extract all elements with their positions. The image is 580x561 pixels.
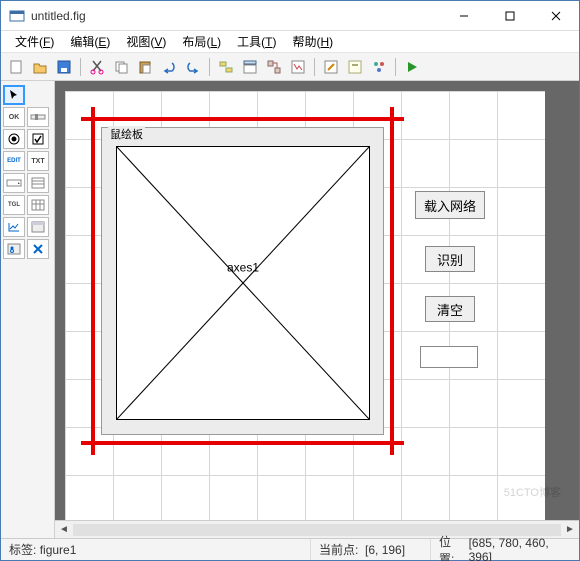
palette-listbox[interactable] (27, 173, 49, 193)
menu-help[interactable]: 帮助(H) (284, 33, 341, 50)
palette-activex[interactable] (27, 239, 49, 259)
tb-align-icon[interactable] (215, 56, 237, 78)
tb-cut-icon[interactable] (86, 56, 108, 78)
tb-editor-icon[interactable] (320, 56, 342, 78)
tb-sep (314, 58, 315, 76)
button-load-network[interactable]: 载入网络 (415, 191, 485, 219)
palette-table[interactable] (27, 195, 49, 215)
palette-radio[interactable] (3, 129, 25, 149)
tb-open-icon[interactable] (29, 56, 51, 78)
status-tag: 标签: figure1 (1, 539, 311, 560)
axes-label: axes1 (227, 261, 259, 275)
menu-tools[interactable]: 工具(T) (229, 33, 284, 50)
scroll-track[interactable] (73, 524, 561, 536)
palette-checkbox[interactable] (27, 129, 49, 149)
tb-paste-icon[interactable] (134, 56, 156, 78)
statusbar: 标签: figure1 当前点: [6, 196] 位置: [685, 780,… (1, 538, 579, 560)
palette-slider[interactable] (27, 107, 49, 127)
palette-text[interactable]: TXT (27, 151, 49, 171)
status-position: 位置: [685, 780, 460, 396] (431, 539, 579, 560)
edit-result[interactable] (420, 346, 478, 368)
tb-sep (80, 58, 81, 76)
component-palette: OK EDIT TXT TGL (1, 81, 55, 538)
menu-layout[interactable]: 布局(L) (174, 33, 229, 50)
button-clear[interactable]: 清空 (425, 296, 475, 322)
menu-file[interactable]: 文件(F) (7, 33, 62, 50)
palette-panel[interactable] (27, 217, 49, 237)
tb-new-icon[interactable] (5, 56, 27, 78)
tb-sep (395, 58, 396, 76)
menu-edit[interactable]: 编辑(E) (62, 33, 118, 50)
tb-browser-icon[interactable] (368, 56, 390, 78)
tb-inspector-icon[interactable] (344, 56, 366, 78)
tb-toolbar-editor-icon[interactable] (287, 56, 309, 78)
palette-axes[interactable] (3, 217, 25, 237)
app-window: untitled.fig 文件(F) 编辑(E) 视图(V) 布局(L) 工具(… (0, 0, 580, 561)
window-title: untitled.fig (31, 9, 441, 23)
tb-copy-icon[interactable] (110, 56, 132, 78)
tb-tab-order-icon[interactable] (263, 56, 285, 78)
tb-undo-icon[interactable] (158, 56, 180, 78)
menubar: 文件(F) 编辑(E) 视图(V) 布局(L) 工具(T) 帮助(H) (1, 31, 579, 53)
panel-title: 鼠绘板 (108, 126, 145, 142)
tb-run-icon[interactable] (401, 56, 423, 78)
status-current-point: 当前点: [6, 196] (311, 539, 431, 560)
palette-buttongroup[interactable] (3, 239, 25, 259)
menu-view[interactable]: 视图(V) (118, 33, 174, 50)
tb-menu-editor-icon[interactable] (239, 56, 261, 78)
palette-edit[interactable]: EDIT (3, 151, 25, 171)
canvas-region[interactable]: 鼠绘板 axes1 载入网络 识别 清空 (55, 81, 579, 520)
figure-grid[interactable]: 鼠绘板 axes1 载入网络 识别 清空 (65, 91, 545, 520)
axes1[interactable]: axes1 (116, 146, 370, 420)
palette-select-icon[interactable] (3, 85, 25, 105)
panel-mousepad[interactable]: 鼠绘板 axes1 (101, 127, 384, 435)
scroll-left-icon[interactable]: ◄ (55, 522, 73, 538)
maximize-button[interactable] (487, 1, 533, 31)
tb-save-icon[interactable] (53, 56, 75, 78)
toolbar (1, 53, 579, 81)
tb-redo-icon[interactable] (182, 56, 204, 78)
palette-toggle[interactable]: TGL (3, 195, 25, 215)
tb-sep (209, 58, 210, 76)
palette-popup[interactable] (3, 173, 25, 193)
palette-pushbutton[interactable]: OK (3, 107, 25, 127)
close-button[interactable] (533, 1, 579, 31)
canvas-wrap: 鼠绘板 axes1 载入网络 识别 清空 (55, 81, 579, 538)
app-icon (9, 8, 25, 24)
titlebar: untitled.fig (1, 1, 579, 31)
workarea: OK EDIT TXT TGL (1, 81, 579, 538)
minimize-button[interactable] (441, 1, 487, 31)
button-recognize[interactable]: 识别 (425, 246, 475, 272)
